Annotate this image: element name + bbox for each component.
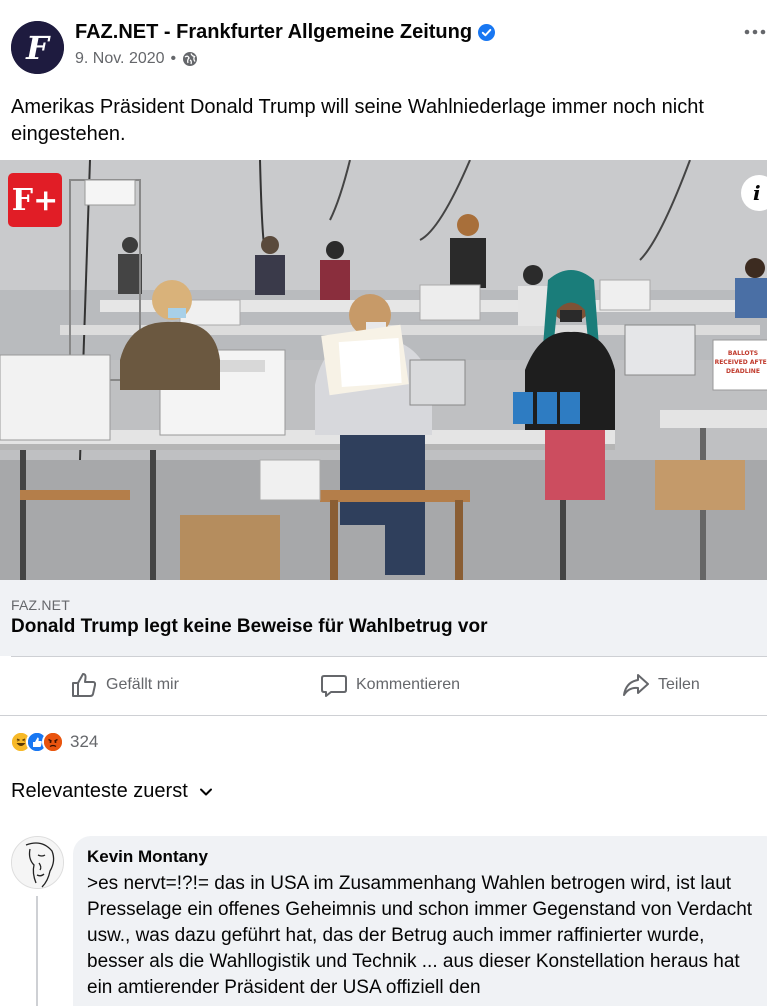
post-text: Amerikas Präsident Donald Trump will sei… [11, 96, 704, 145]
post-meta: 9. Nov. 2020 • [75, 50, 198, 68]
like-button[interactable]: Gefällt mir [70, 671, 179, 699]
verified-badge-icon [478, 24, 496, 41]
comment-label: Kommentieren [356, 676, 461, 693]
page-name-text[interactable]: FAZ.NET - Frankfurter Allgemeine Zeitung [75, 21, 472, 44]
reactions-summary[interactable]: 324 [10, 731, 98, 753]
angry-reaction-icon [42, 731, 64, 753]
post-photo[interactable]: BALLOTS RECEIVED AFTER DEADLINE F+ i [0, 160, 767, 580]
page-name[interactable]: FAZ.NET - Frankfurter Allgemeine Zeitung [75, 21, 496, 44]
like-label: Gefällt mir [106, 676, 179, 693]
divider [0, 715, 767, 716]
thumbs-up-icon [72, 673, 97, 697]
share-button[interactable]: Teilen [622, 671, 700, 699]
post-date[interactable]: 9. Nov. 2020 [75, 50, 165, 68]
svg-text:F: F [25, 29, 51, 67]
svg-text:RECEIVED AFTER: RECEIVED AFTER [715, 359, 767, 366]
post-header: F FAZ.NET - Frankfurter Allgemeine Zeitu… [0, 0, 767, 90]
commenter-avatar[interactable] [11, 836, 64, 889]
ballot-counting-photo: BALLOTS RECEIVED AFTER DEADLINE [0, 160, 767, 580]
faz-plus-badge[interactable]: F+ [8, 173, 62, 227]
share-icon [623, 674, 649, 696]
meta-separator: • [170, 50, 177, 67]
share-label: Teilen [658, 676, 700, 693]
ballots-sign-text: BALLOTS [728, 350, 758, 357]
sketch-face-avatar-icon [12, 837, 63, 888]
link-title[interactable]: Donald Trump legt keine Beweise für Wahl… [11, 616, 487, 638]
comment-thread-line [36, 896, 38, 1006]
svg-text:DEADLINE: DEADLINE [726, 368, 760, 375]
link-preview[interactable]: FAZ.NET Donald Trump legt keine Beweise … [0, 580, 767, 656]
link-domain: FAZ.NET [11, 597, 70, 613]
comment-icon [321, 675, 347, 697]
sort-label: Relevanteste zuerst [11, 780, 188, 802]
reaction-count: 324 [70, 732, 99, 751]
chevron-down-icon [199, 788, 212, 795]
comment-text: >es nervt=!?!= das in USA im Zusammenhan… [87, 873, 753, 998]
comment-sort-dropdown[interactable]: Relevanteste zuerst [11, 780, 214, 803]
page-avatar[interactable]: F [11, 21, 64, 74]
comment-bubble: Kevin Montany >es nervt=!?!= das in USA … [73, 836, 767, 1006]
more-options-icon[interactable] [743, 24, 767, 40]
faz-logo-icon: F [11, 21, 64, 74]
comment-author[interactable]: Kevin Montany [87, 847, 767, 867]
action-bar: Gefällt mir Kommentieren Teilen [0, 657, 767, 715]
comment-button[interactable]: Kommentieren [320, 671, 460, 699]
globe-icon [183, 52, 198, 66]
